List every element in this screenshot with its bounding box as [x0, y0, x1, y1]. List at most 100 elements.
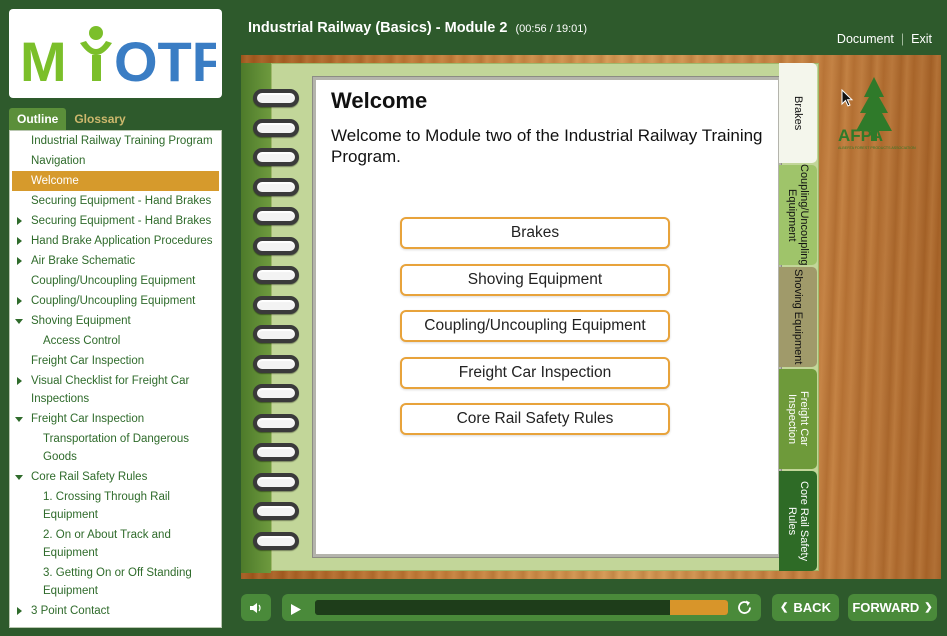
- binder-ring: [253, 502, 299, 520]
- outline-item[interactable]: Freight Car Inspection: [10, 409, 221, 429]
- tab-outline[interactable]: Outline: [9, 108, 67, 130]
- play-button[interactable]: [290, 601, 302, 620]
- outline-item-label: 3 Point Contact: [31, 605, 110, 617]
- outline-item[interactable]: Freight Car Inspection: [10, 351, 221, 371]
- outline-item[interactable]: 3 Point Contact: [10, 601, 221, 621]
- binder-ring: [253, 266, 299, 284]
- document-link[interactable]: Document: [837, 32, 894, 46]
- side-tab-label: Core Rail Safety Rules: [786, 480, 810, 562]
- myotf-logo: M OTF: [9, 9, 222, 98]
- page-intro: Welcome to Module two of the Industrial …: [331, 126, 763, 166]
- expand-arrow-icon[interactable]: [17, 237, 22, 245]
- mouse-cursor-icon: [841, 89, 854, 107]
- outline-item-label: 2. On or About Track and Equipment: [43, 529, 171, 559]
- binder-ring: [253, 443, 299, 461]
- outline-item[interactable]: Industrial Railway Training Program: [10, 131, 221, 151]
- outline-item[interactable]: Navigation: [10, 151, 221, 171]
- outline-item[interactable]: Welcome: [12, 171, 219, 191]
- side-tab-label: Shoving Equipment: [792, 269, 804, 365]
- outline-item[interactable]: Transportation of Dangerous Goods: [10, 429, 221, 467]
- outline-item-label: Freight Car Inspection: [31, 355, 145, 367]
- side-tab-core-rail[interactable]: Core Rail Safety Rules: [779, 471, 817, 571]
- expand-arrow-icon[interactable]: [17, 257, 22, 265]
- binder-ring: [253, 148, 299, 166]
- expand-arrow-icon[interactable]: [17, 217, 22, 225]
- logo-m: M: [20, 30, 67, 89]
- outline-item-label: 1. Crossing Through Rail Equipment: [43, 491, 170, 521]
- outline-item[interactable]: Coupling/Uncoupling Equipment: [10, 291, 221, 311]
- side-tab-brakes[interactable]: Brakes: [779, 63, 817, 163]
- progress-played: [315, 600, 671, 615]
- progress-track[interactable]: [315, 600, 728, 615]
- collapse-arrow-icon[interactable]: [15, 319, 23, 324]
- collapse-arrow-icon[interactable]: [15, 417, 23, 422]
- course-title: Industrial Railway (Basics) - Module 2 (…: [248, 20, 587, 36]
- afpa-logo-subtext: ALBERTA FOREST PRODUCTS ASSOCIATION: [838, 146, 916, 150]
- side-tab-shoving[interactable]: Shoving Equipment: [779, 267, 817, 367]
- afpa-logo-text: AFPA: [838, 126, 883, 145]
- logo-otf: OTF: [114, 30, 216, 89]
- expand-arrow-icon[interactable]: [17, 297, 22, 305]
- binder-ring: [253, 325, 299, 343]
- course-title-text: Industrial Railway (Basics) - Module 2: [248, 20, 508, 36]
- outline-item-label: Securing Equipment - Hand Brakes: [31, 195, 212, 207]
- brakes-button[interactable]: Brakes: [400, 217, 670, 249]
- expand-arrow-icon[interactable]: [17, 607, 22, 615]
- notebook-rings: [253, 89, 303, 561]
- side-tab-label: Freight Car Inspection: [786, 391, 810, 447]
- binder-ring: [253, 89, 299, 107]
- outline-item-label: Freight Car Inspection: [31, 413, 145, 425]
- outline-item[interactable]: Access Control: [10, 331, 221, 351]
- collapse-arrow-icon[interactable]: [15, 475, 23, 480]
- outline-item-label: Transportation of Dangerous Goods: [43, 433, 189, 463]
- forward-button[interactable]: FORWARD ❯: [848, 594, 937, 621]
- exit-link[interactable]: Exit: [911, 32, 932, 46]
- outline-item-label: Navigation: [31, 155, 86, 167]
- tab-glossary[interactable]: Glossary: [66, 108, 133, 130]
- outline-item[interactable]: Securing Equipment - Hand Brakes: [10, 191, 221, 211]
- replay-icon: [738, 600, 751, 614]
- binder-ring: [253, 295, 299, 314]
- binder-ring: [253, 384, 299, 402]
- outline-item-label: Air Brake Schematic: [31, 255, 136, 267]
- outline-item[interactable]: Securing Equipment - Hand Brakes: [10, 211, 221, 231]
- binder-ring: [253, 413, 299, 432]
- expand-arrow-icon[interactable]: [17, 377, 22, 385]
- outline-item[interactable]: Hand Brake Application Procedures: [10, 231, 221, 251]
- binder-ring: [253, 236, 299, 255]
- outline-item[interactable]: 3. Getting On or Off Standing Equipment: [10, 563, 221, 601]
- side-tab-label: Coupling/Uncoupling Equipment: [786, 164, 810, 266]
- outline-item-label: Hand Brake Application Procedures: [31, 235, 213, 247]
- shoving-equipment-button[interactable]: Shoving Equipment: [400, 264, 670, 296]
- binder-ring: [253, 531, 299, 550]
- progress-buffer: [670, 600, 728, 615]
- coupling-uncoupling-button[interactable]: Coupling/Uncoupling Equipment: [400, 310, 670, 342]
- outline-item[interactable]: 1. Crossing Through Rail Equipment: [10, 487, 221, 525]
- outline-item[interactable]: Shoving Equipment: [10, 311, 221, 331]
- outline-item[interactable]: Coupling/Uncoupling Equipment: [10, 271, 221, 291]
- outline-item[interactable]: Visual Checklist for Freight Car Inspect…: [10, 371, 221, 409]
- volume-button[interactable]: [241, 594, 271, 621]
- freight-car-inspection-button[interactable]: Freight Car Inspection: [400, 357, 670, 389]
- afpa-logo: AFPA ALBERTA FOREST PRODUCTS ASSOCIATION: [838, 77, 916, 150]
- link-separator: |: [900, 32, 905, 46]
- core-rail-safety-button[interactable]: Core Rail Safety Rules: [400, 403, 670, 435]
- outline-item[interactable]: 2. On or About Track and Equipment: [10, 525, 221, 563]
- outline-item-label: Core Rail Safety Rules: [31, 471, 148, 483]
- page-heading: Welcome: [331, 88, 428, 113]
- outline-item-label: Securing Equipment - Hand Brakes: [31, 215, 212, 227]
- side-tab-coupling[interactable]: Coupling/Uncoupling Equipment: [779, 164, 817, 266]
- back-label: BACK: [793, 600, 831, 615]
- outline-item[interactable]: Air Brake Schematic: [10, 251, 221, 271]
- binder-ring: [253, 177, 299, 196]
- chevron-left-icon: ❮: [780, 602, 789, 613]
- outline-item-label: Shoving Equipment: [31, 315, 131, 327]
- binder-ring: [253, 207, 299, 225]
- content-stage: Welcome Welcome to Module two of the Ind…: [241, 55, 941, 579]
- outline-item[interactable]: Core Rail Safety Rules: [10, 467, 221, 487]
- replay-button[interactable]: [736, 599, 753, 620]
- time-readout: (00:56 / 19:01): [515, 23, 588, 35]
- speaker-icon: [250, 602, 261, 613]
- side-tab-freight[interactable]: Freight Car Inspection: [779, 369, 817, 469]
- back-button[interactable]: ❮ BACK: [772, 594, 839, 621]
